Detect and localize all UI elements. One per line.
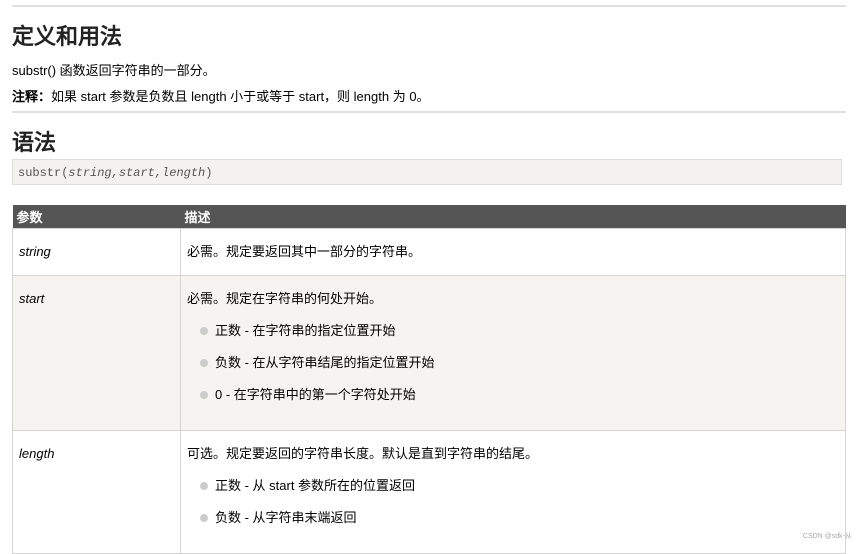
param-name: string	[12, 228, 181, 276]
code-fn: substr(	[18, 166, 69, 180]
list-item: 正数 - 从 start 参数所在的位置返回	[200, 476, 839, 496]
note-text: 注释：如果 start 参数是负数且 length 小于或等于 start，则 …	[12, 86, 430, 105]
code-end: )	[205, 166, 213, 180]
param-desc: 可选。规定要返回的字符串长度。默认是直到字符串的结尾。	[187, 446, 539, 461]
section-title-syntax: 语法	[12, 130, 57, 155]
list-item: 0 - 在字符串中的第一个字符处开始	[200, 385, 839, 405]
param-desc: 必需。规定在字符串的何处开始。	[187, 291, 383, 306]
table-row: length 可选。规定要返回的字符串长度。默认是直到字符串的结尾。 正数 - 从 …	[12, 430, 846, 554]
option-list: 正数 - 在字符串的指定位置开始 负数 - 在从字符串结尾的指定位置开始 0 - 在…	[187, 321, 839, 405]
param-name: start	[12, 275, 181, 431]
note-body: 如果 start 参数是负数且 length 小于或等于 start，则 len…	[51, 89, 430, 104]
code-args: string,start,length	[68, 166, 206, 180]
param-desc: 必需。规定要返回其中一部分的字符串。	[180, 228, 846, 276]
divider	[12, 5, 846, 7]
list-item: 正数 - 在字符串的指定位置开始	[200, 321, 839, 341]
header-desc: 描述	[180, 205, 846, 229]
syntax-code-block: substr(string,start,length)	[12, 159, 842, 185]
note-label: 注释：	[12, 89, 52, 104]
param-desc-cell: 必需。规定在字符串的何处开始。正数 - 在字符串的指定位置开始 负数 - 在从字符…	[180, 275, 846, 431]
table-row: string 必需。规定要返回其中一部分的字符串。	[12, 228, 846, 276]
header-param: 参数	[12, 205, 181, 229]
definition-text: substr() 函数返回字符串的一部分。	[12, 63, 216, 78]
divider	[12, 111, 846, 113]
section-title-definition: 定义和用法	[12, 24, 123, 49]
param-desc-cell: 可选。规定要返回的字符串长度。默认是直到字符串的结尾。正数 - 从 start …	[180, 430, 846, 554]
option-list: 正数 - 从 start 参数所在的位置返回 负数 - 从字符串末端返回	[187, 476, 839, 528]
table-row: start 必需。规定在字符串的何处开始。 正数 - 在字符串的指定位置开始 负数 -…	[12, 275, 846, 431]
list-item: 负数 - 在从字符串结尾的指定位置开始	[200, 353, 839, 373]
param-name: length	[12, 430, 181, 554]
list-item: 负数 - 从字符串末端返回	[200, 508, 839, 528]
parameters-table: 参数 描述 string 必需。规定要返回其中一部分的字符串。 start 必需。规定…	[12, 205, 846, 554]
watermark: CSDN @sdk-从	[802, 533, 852, 540]
table-header: 参数 描述	[12, 205, 846, 229]
